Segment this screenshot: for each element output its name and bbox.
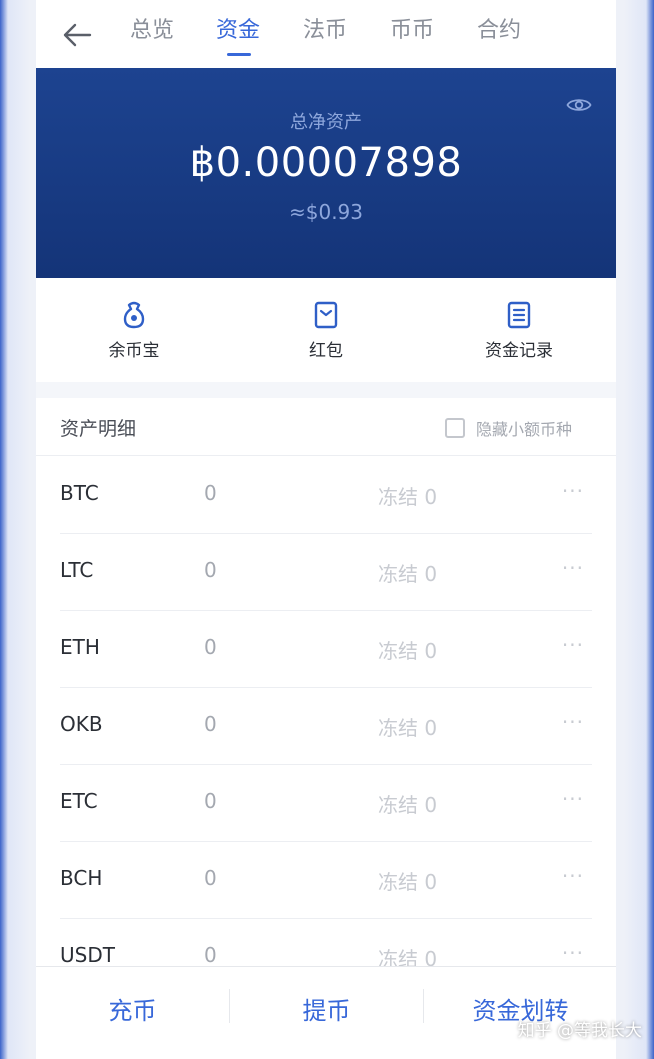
tab-funds[interactable]: 资金 bbox=[216, 12, 260, 44]
coin-balance: 0 bbox=[204, 635, 217, 659]
yubibao-button[interactable]: 余币宝 bbox=[64, 300, 204, 361]
asset-details-header: 资产明细 隐藏小额币种 bbox=[36, 398, 616, 456]
asset-row[interactable]: ETH 0 冻结 0 ··· bbox=[60, 611, 592, 688]
coin-symbol: USDT bbox=[60, 943, 115, 967]
fund-records-label: 资金记录 bbox=[485, 341, 553, 361]
total-net-assets-label: 总净资产 bbox=[290, 112, 362, 133]
coin-frozen: 冻结 0 bbox=[378, 485, 438, 509]
eye-icon[interactable] bbox=[566, 96, 592, 114]
deposit-button[interactable]: 充币 bbox=[36, 991, 229, 1026]
asset-row[interactable]: ETC 0 冻结 0 ··· bbox=[60, 765, 592, 842]
more-options-icon[interactable]: ··· bbox=[562, 787, 584, 811]
coin-frozen: 冻结 0 bbox=[378, 562, 438, 586]
asset-row[interactable]: OKB 0 冻结 0 ··· bbox=[60, 688, 592, 765]
coin-symbol: ETH bbox=[60, 635, 100, 659]
tab-futures[interactable]: 合约 bbox=[477, 12, 521, 44]
coin-frozen: 冻结 0 bbox=[378, 870, 438, 894]
red-packet-label: 红包 bbox=[309, 341, 343, 361]
back-arrow-icon[interactable] bbox=[62, 22, 92, 48]
total-btc-value: ฿0.00007898 bbox=[189, 140, 463, 186]
red-packet-icon bbox=[314, 301, 338, 329]
asset-row[interactable]: LTC 0 冻结 0 ··· bbox=[60, 534, 592, 611]
quick-actions: 余币宝 红包 资金记录 bbox=[36, 278, 616, 382]
coin-symbol: LTC bbox=[60, 558, 94, 582]
withdraw-button[interactable]: 提币 bbox=[230, 991, 423, 1026]
red-packet-button[interactable]: 红包 bbox=[256, 300, 396, 361]
coin-balance: 0 bbox=[204, 866, 217, 890]
more-options-icon[interactable]: ··· bbox=[562, 479, 584, 503]
balance-banner: 总净资产 ฿0.00007898 ≈$0.93 bbox=[36, 68, 616, 278]
hide-small-balances-toggle[interactable]: 隐藏小额币种 bbox=[444, 416, 572, 439]
more-options-icon[interactable]: ··· bbox=[562, 556, 584, 580]
coin-symbol: OKB bbox=[60, 712, 103, 736]
coin-frozen: 冻结 0 bbox=[378, 716, 438, 740]
yubibao-label: 余币宝 bbox=[108, 341, 160, 361]
coin-balance: 0 bbox=[204, 712, 217, 736]
coin-balance: 0 bbox=[204, 943, 217, 967]
watermark: 知乎 @等我长大 bbox=[517, 1021, 642, 1041]
more-options-icon[interactable]: ··· bbox=[562, 864, 584, 888]
tab-spot[interactable]: 币币 bbox=[390, 12, 434, 44]
total-usd-value: ≈$0.93 bbox=[288, 200, 363, 224]
hide-small-checkbox[interactable] bbox=[444, 418, 465, 438]
coin-balance: 0 bbox=[204, 481, 217, 505]
tab-overview[interactable]: 总览 bbox=[130, 12, 174, 44]
yubibao-icon bbox=[123, 301, 145, 329]
more-options-icon[interactable]: ··· bbox=[562, 633, 584, 657]
asset-row[interactable]: BCH 0 冻结 0 ··· bbox=[60, 842, 592, 919]
asset-details: 资产明细 隐藏小额币种 BTC 0 冻结 0 ··· LTC 0 冻结 0 ··… bbox=[36, 398, 616, 1059]
coin-symbol: BCH bbox=[60, 866, 103, 890]
coin-symbol: ETC bbox=[60, 789, 98, 813]
coin-frozen: 冻结 0 bbox=[378, 793, 438, 817]
fund-records-button[interactable]: 资金记录 bbox=[449, 300, 589, 361]
asset-details-title: 资产明细 bbox=[60, 418, 137, 440]
records-icon bbox=[507, 301, 531, 329]
app-screen: 总览 资金 法币 币币 合约 总净资产 ฿0.00007898 ≈$0.93 余… bbox=[36, 0, 616, 1059]
asset-row[interactable]: BTC 0 冻结 0 ··· bbox=[60, 457, 592, 534]
more-options-icon[interactable]: ··· bbox=[562, 941, 584, 965]
coin-frozen: 冻结 0 bbox=[378, 639, 438, 663]
hide-small-label: 隐藏小额币种 bbox=[475, 420, 572, 439]
active-tab-indicator bbox=[227, 53, 251, 56]
tab-fiat[interactable]: 法币 bbox=[303, 12, 347, 44]
coin-balance: 0 bbox=[204, 789, 217, 813]
coin-symbol: BTC bbox=[60, 481, 99, 505]
top-nav: 总览 资金 法币 币币 合约 bbox=[36, 0, 616, 68]
more-options-icon[interactable]: ··· bbox=[562, 710, 584, 734]
coin-balance: 0 bbox=[204, 558, 217, 582]
